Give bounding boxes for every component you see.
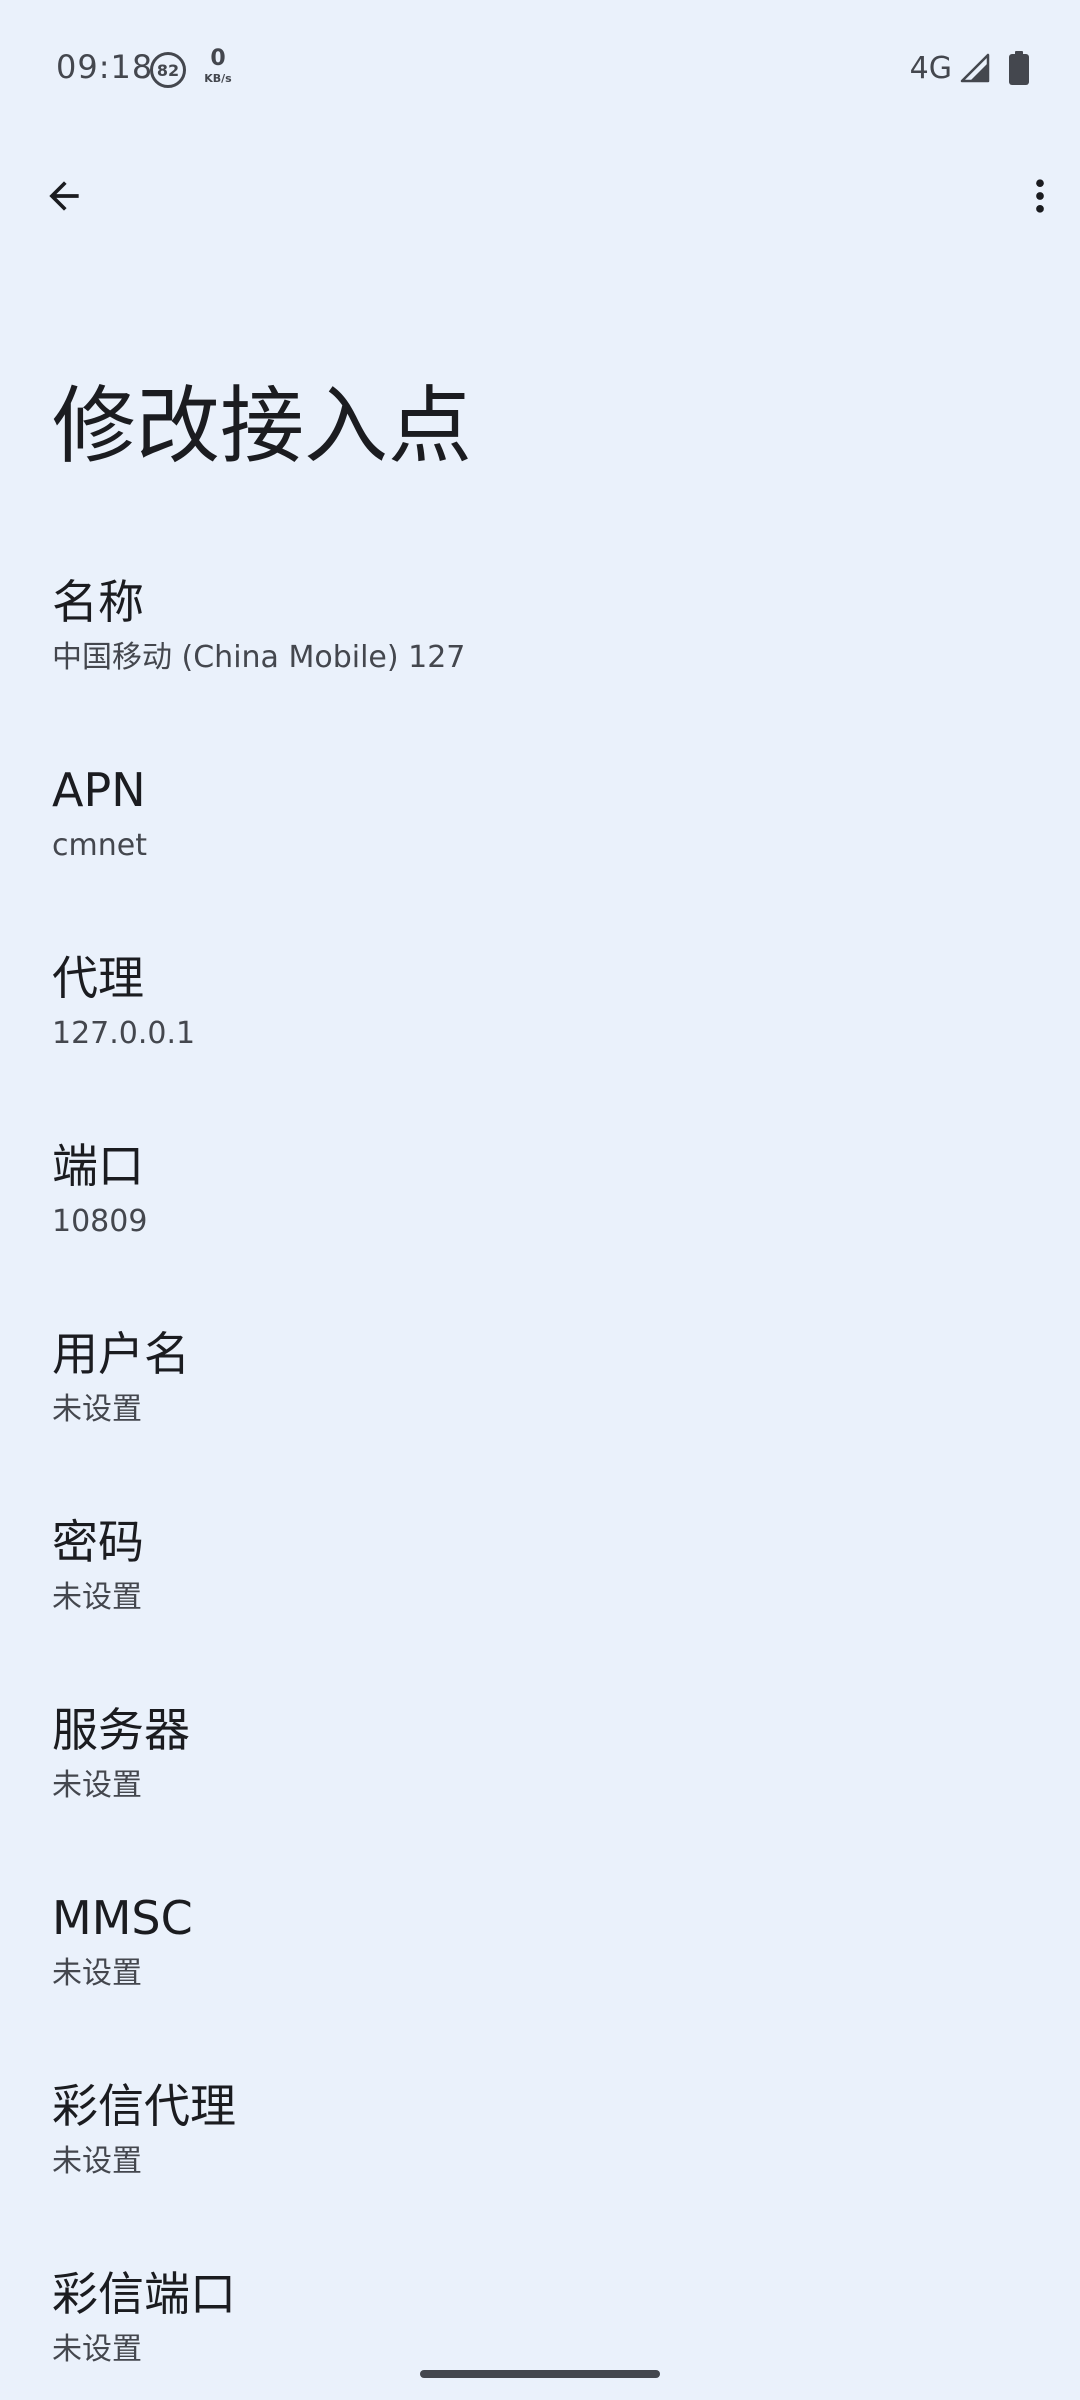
pref-item-port[interactable]: 端口 10809: [0, 1116, 1080, 1304]
page-title: 修改接入点: [52, 377, 473, 475]
pref-title: 服务器: [52, 1703, 190, 1757]
pref-title: 彩信代理: [52, 2079, 236, 2133]
pref-summary: 未设置: [52, 1579, 142, 1615]
more-vert-icon: [1036, 179, 1044, 213]
pref-title: 彩信端口: [52, 2267, 236, 2321]
pref-title: APN: [52, 763, 146, 817]
battery-icon: [1009, 51, 1029, 85]
pref-summary: 未设置: [52, 1391, 142, 1427]
more-options-button[interactable]: [1004, 160, 1076, 232]
gesture-navigation-handle[interactable]: [420, 2370, 660, 2378]
pref-summary: 未设置: [52, 1767, 142, 1803]
network-type: 4G: [909, 50, 952, 86]
pref-summary: 未设置: [52, 1955, 142, 1991]
status-icons: 4G: [910, 48, 1030, 88]
pref-item-password[interactable]: 密码 未设置: [0, 1492, 1080, 1680]
pref-title: 名称: [52, 575, 144, 629]
network-speed-unit: KB/s: [204, 72, 232, 85]
pref-item-username[interactable]: 用户名 未设置: [0, 1304, 1080, 1492]
status-time: 09:18: [56, 48, 154, 86]
pref-item-server[interactable]: 服务器 未设置: [0, 1680, 1080, 1868]
pref-summary: 10809: [52, 1203, 148, 1239]
pref-title: 用户名: [52, 1327, 190, 1381]
arrow-back-icon: [49, 181, 79, 211]
pref-title: 端口: [52, 1139, 144, 1193]
network-speed-indicator: 0 KB/s: [198, 46, 238, 85]
pref-item-mmsc[interactable]: MMSC 未设置: [0, 1868, 1080, 2056]
pref-summary: 中国移动 (China Mobile) 127: [52, 639, 466, 675]
pref-summary: cmnet: [52, 827, 147, 863]
pref-item-mms-proxy[interactable]: 彩信代理 未设置: [0, 2056, 1080, 2244]
signal-strength-icon: [960, 53, 990, 83]
pref-item-proxy[interactable]: 代理 127.0.0.1: [0, 928, 1080, 1116]
pref-summary: 未设置: [52, 2331, 142, 2367]
pref-item-name[interactable]: 名称 中国移动 (China Mobile) 127: [0, 552, 1080, 740]
network-speed-value: 0: [210, 46, 226, 71]
pref-summary: 127.0.0.1: [52, 1015, 196, 1051]
status-bar: 09:18 82 0 KB/s 4G: [0, 0, 1080, 140]
pref-title: 密码: [52, 1515, 144, 1569]
pref-title: 代理: [52, 951, 144, 1005]
back-button[interactable]: [28, 160, 100, 232]
pref-title: MMSC: [52, 1891, 193, 1945]
edit-apn-screen: 09:18 82 0 KB/s 4G 修改接入点 名称 中国移动 (China …: [0, 0, 1080, 2400]
pref-item-apn[interactable]: APN cmnet: [0, 740, 1080, 928]
apn-settings-list: 名称 中国移动 (China Mobile) 127 APN cmnet 代理 …: [0, 552, 1080, 2400]
notification-count-badge: 82: [150, 52, 186, 88]
pref-summary: 未设置: [52, 2143, 142, 2179]
